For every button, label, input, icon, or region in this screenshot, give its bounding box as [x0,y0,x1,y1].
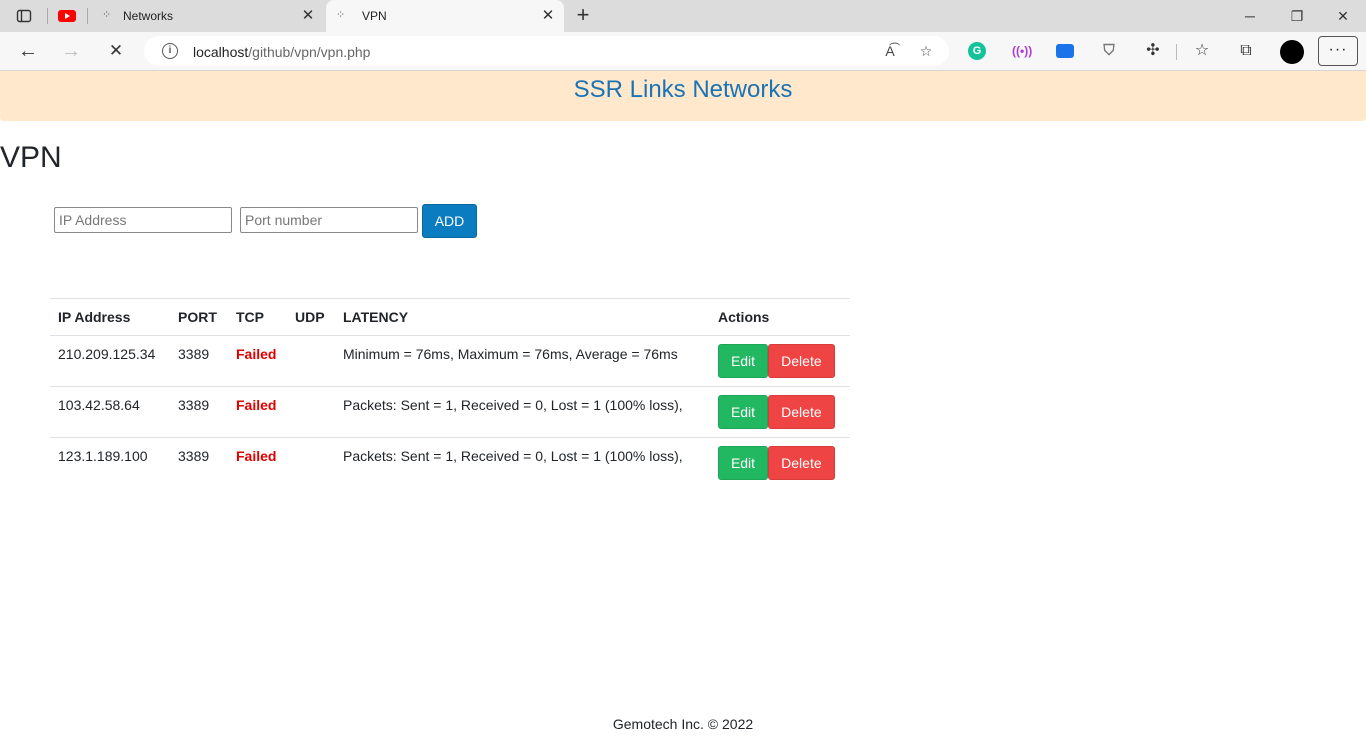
cell-port: 3389 [170,386,228,438]
profile-avatar[interactable] [1280,40,1304,64]
cell-tcp-status: Failed [228,335,287,387]
tab-networks[interactable]: ⁘ Networks ✕ [92,0,326,32]
minimize-icon[interactable]: ─ [1240,6,1260,26]
table-row: 103.42.58.64 3389 Failed Packets: Sent =… [50,386,850,438]
delete-button[interactable]: Delete [767,344,835,378]
browser-tab-bar: ⁘ Networks ✕ ⁘ VPN ✕ + ─ ❐ ✕ [0,0,1366,32]
shield-extension-icon[interactable]: ⛉ [1100,42,1118,60]
column-header-port: PORT [170,298,228,336]
column-header-udp: UDP [287,298,335,336]
cell-port: 3389 [178,448,210,464]
new-tab-icon[interactable]: + [572,4,594,27]
cell-udp-status [287,386,335,438]
port-number-input[interactable] [240,207,418,233]
tab-divider [87,8,88,24]
ip-address-input[interactable] [54,207,232,233]
restore-icon[interactable]: ❐ [1287,6,1307,26]
column-header-latency: LATENCY [335,298,710,336]
address-bar[interactable]: i localhost/github/vpn/vpn.php A͡ ☆ [144,36,949,66]
collections-icon[interactable]: ⧉ [1236,41,1256,61]
cell-port: 3389 [170,335,228,387]
site-header: SSR Links Networks [0,71,1366,121]
close-tab-icon[interactable]: ✕ [300,8,316,24]
delete-button[interactable]: Delete [767,395,835,429]
table-header-row: IP Address PORT TCP UDP LATENCY Actions [50,298,850,336]
vpn-table: IP Address PORT TCP UDP LATENCY Actions … [50,298,850,489]
tab-title: VPN [362,9,387,23]
stop-loading-icon[interactable]: ✕ [104,40,128,64]
cell-ip: 123.1.189.100 [58,448,148,464]
tab-vpn[interactable]: ⁘ VPN ✕ [326,0,564,32]
back-icon[interactable]: ← [16,40,40,64]
cell-tcp-status: Failed [236,448,277,464]
edit-button[interactable]: Edit [718,395,768,429]
cell-latency: Packets: Sent = 1, Received = 0, Lost = … [343,448,683,464]
page-content: SSR Links Networks VPN ADD IP Address PO… [0,71,1366,740]
page-title: VPN [0,141,62,174]
url-host: localhost [193,44,249,60]
url-text[interactable]: localhost/github/vpn/vpn.php [193,44,370,60]
loading-icon: ⁘ [336,9,346,21]
browser-toolbar: ← → ✕ i localhost/github/vpn/vpn.php A͡ … [0,32,1366,71]
youtube-pinned-tab-icon[interactable] [58,8,76,24]
close-window-icon[interactable]: ✕ [1333,6,1353,26]
cell-ip: 103.42.58.64 [50,386,170,438]
edit-button[interactable]: Edit [718,344,768,378]
read-aloud-icon[interactable]: A͡ [881,42,899,60]
cell-actions: Edit Delete [710,386,850,438]
cell-ip: 210.209.125.34 [50,335,170,387]
cell-latency: Packets: Sent = 1, Received = 0, Lost = … [335,386,710,438]
url-path: /github/vpn/vpn.php [248,44,371,60]
loading-icon: ⁘ [102,9,112,21]
favorites-icon[interactable]: ☆ [1192,41,1212,61]
cell-udp-status [287,438,335,489]
extensions-icon[interactable]: ✣ [1143,41,1163,61]
column-header-ip: IP Address [50,298,170,336]
column-header-tcp: TCP [228,298,287,336]
table-row: 123.1.189.100 3389 Failed Packets: Sent … [50,438,850,489]
toolbar-divider [1176,44,1177,60]
close-tab-icon[interactable]: ✕ [540,8,556,24]
cell-latency: Minimum = 76ms, Maximum = 76ms, Average … [335,335,710,387]
broadcast-extension-icon[interactable]: ((•)) [1012,42,1032,60]
forward-icon[interactable]: → [59,40,83,64]
more-menu-icon[interactable]: ··· [1318,36,1358,66]
tab-actions-icon[interactable] [16,8,32,24]
add-button[interactable]: ADD [422,204,477,238]
footer-copyright: Gemotech Inc. © 2022 [612,716,754,732]
delete-button[interactable]: Delete [767,446,835,480]
column-header-actions: Actions [710,298,850,336]
site-info-icon[interactable]: i [162,43,178,59]
cell-actions: Edit Delete [710,438,850,489]
cell-actions: Edit Delete [710,335,850,387]
edit-button[interactable]: Edit [718,446,768,480]
table-row: 210.209.125.34 3389 Failed Minimum = 76m… [50,335,850,387]
grammarly-extension-icon[interactable]: G [968,42,986,60]
tab-title: Networks [123,9,174,23]
tab-divider [47,8,48,24]
site-title[interactable]: SSR Links Networks [0,76,1366,104]
screenshot-extension-icon[interactable] [1056,44,1074,58]
add-favorite-icon[interactable]: ☆ [917,42,935,60]
cell-tcp-status: Failed [228,386,287,438]
cell-udp-status [287,335,335,387]
